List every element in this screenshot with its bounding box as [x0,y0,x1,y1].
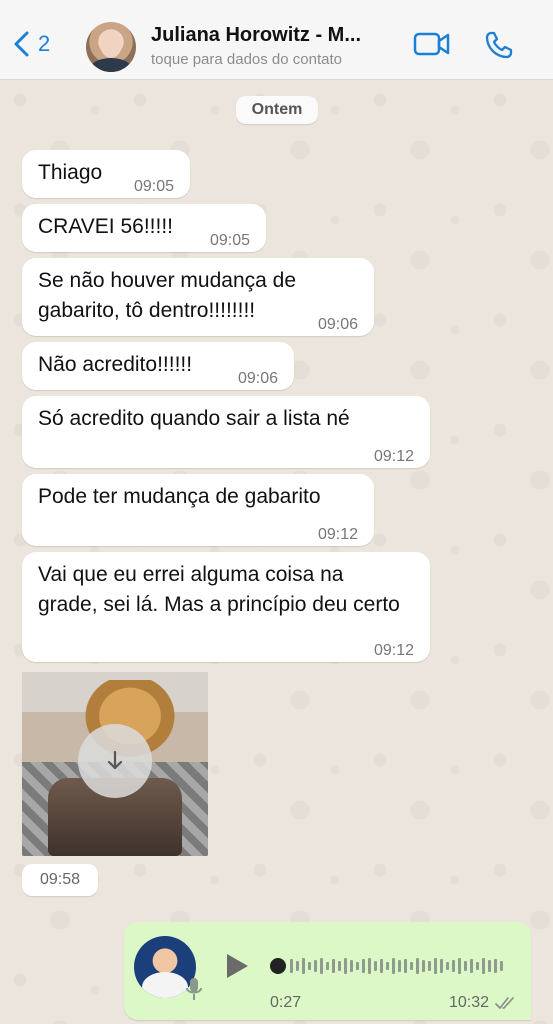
message-time: 10:32 [448,994,489,1011]
message-bubble[interactable]: Pode ter mudança de gabarito 09:12 [22,474,374,546]
double-check-icon [495,997,514,1009]
message-bubble[interactable]: CRAVEI 56!!!!! 09:05 [22,204,266,252]
message-time: 09:05 [133,178,174,195]
microphone-icon [186,978,202,1000]
play-icon [227,954,248,978]
video-call-button[interactable] [413,30,451,63]
message-text: Não acredito!!!!!! [38,353,193,376]
message-time: 09:05 [209,232,250,249]
message-text: Pode ter mudança de gabarito [38,485,321,508]
message-text: CRAVEI 56!!!!! [38,215,173,238]
message-bubble[interactable]: Só acredito quando sair a lista né 09:12 [22,396,430,468]
contact-avatar[interactable] [86,22,136,72]
contact-subtitle: toque para dados do contato [151,51,342,68]
message-bubble[interactable]: Vai que eu errei alguma coisa na grade, … [22,552,430,662]
audio-waveform[interactable] [270,954,510,978]
date-separator: Ontem [236,96,318,124]
message-bubble[interactable]: Se não houver mudança de gabarito, tô de… [22,258,374,336]
message-bubble[interactable]: Não acredito!!!!!! 09:06 [22,342,294,390]
message-time: 09:06 [317,316,358,333]
back-button[interactable]: 2 [12,30,50,58]
video-camera-icon [413,32,450,56]
message-time: 09:12 [317,526,358,543]
message-time: 09:12 [373,448,414,465]
download-icon [107,750,123,770]
chevron-left-icon [14,31,29,57]
voice-message[interactable]: 0:27 10:32 [124,922,531,1020]
contact-info[interactable]: Juliana Horowitz - M... toque para dados… [151,24,391,68]
download-button[interactable] [78,724,152,798]
message-bubble[interactable]: Thiago 09:05 [22,150,190,198]
message-time: 09:06 [237,370,278,387]
voice-call-button[interactable] [484,30,514,65]
image-message[interactable] [22,672,208,856]
voice-duration: 0:27 [270,994,302,1011]
message-text: Só acredito quando sair a lista né [38,407,350,430]
unread-count: 2 [38,31,51,56]
phone-icon [485,31,513,59]
message-text: Se não houver mudança de gabarito, tô de… [38,269,297,322]
message-time: 09:58 [22,864,98,896]
message-text: Vai que eu errei alguma coisa na grade, … [38,563,400,616]
message-text: Thiago [38,161,103,184]
play-button[interactable] [224,952,250,985]
contact-name: Juliana Horowitz - M... [151,24,362,46]
message-time: 09:12 [373,642,414,659]
chat-header: 2 Juliana Horowitz - M... toque para dad… [0,0,553,80]
